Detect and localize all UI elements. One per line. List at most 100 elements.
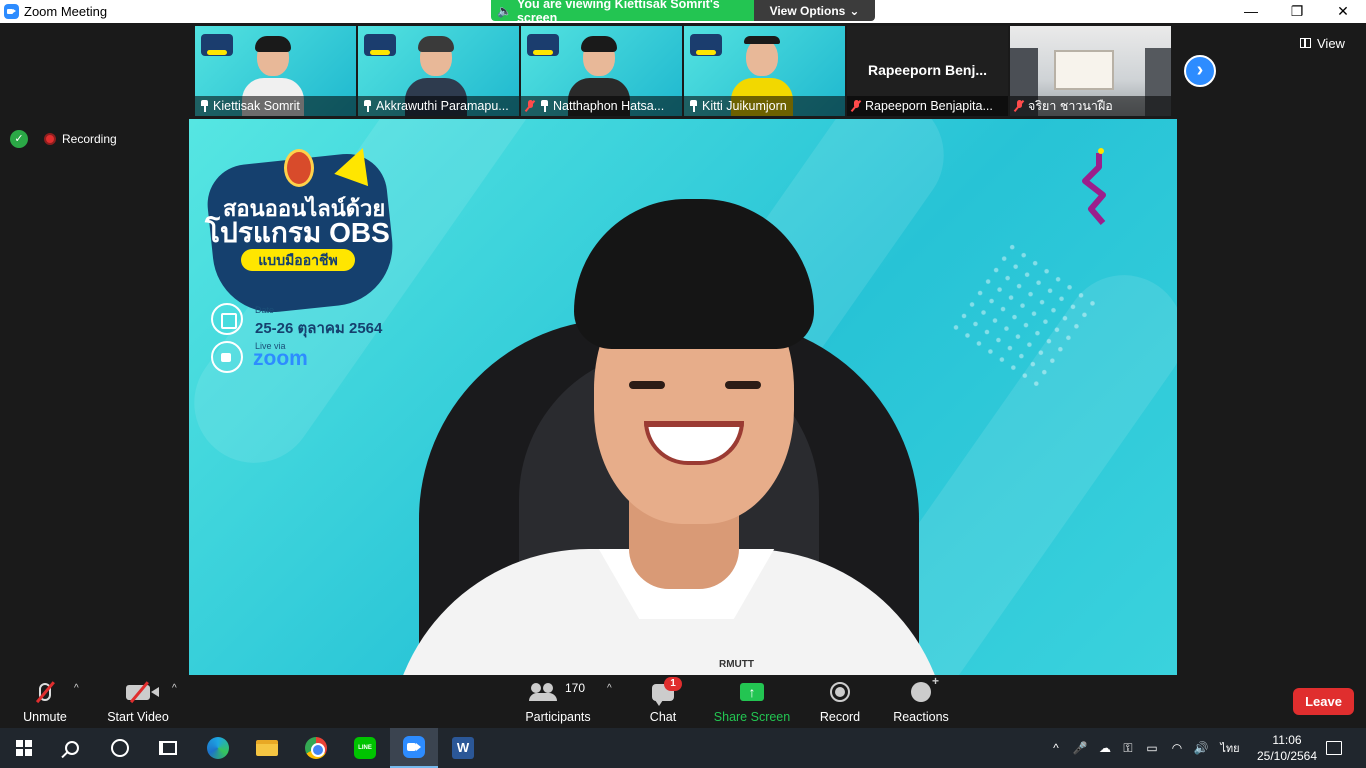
meeting-toolbar: Unmute ^ Start Video ^ 170 Participants … [0,674,1366,728]
participant-gallery: Kiettisak Somrit Akkrawuthi Paramapu... … [195,26,1171,116]
university-seal-icon [284,149,314,187]
view-options-label: View Options [769,3,846,18]
participant-tile[interactable]: Natthaphon Hatsa... [521,26,682,116]
participants-icon [528,683,557,701]
zoom-app-icon [4,4,19,19]
tray-volume-icon[interactable]: 🔊 [1190,728,1212,768]
viewing-screen-text: You are viewing Kiettisak Somrit's scree… [516,0,720,21]
participant-tile[interactable]: Kiettisak Somrit [195,26,356,116]
chat-label: Chat [649,710,677,724]
tray-wifi-icon[interactable]: ◠ [1166,728,1188,768]
event-logo-thumbnail [364,34,396,56]
input-language-indicator[interactable]: ไทย [1216,728,1244,768]
unmute-label: Unmute [23,710,67,724]
recording-dot-icon [44,133,56,145]
mic-muted-icon [851,100,861,112]
taskbar-file-explorer[interactable] [243,728,291,768]
unmute-button[interactable]: Unmute [14,680,76,726]
share-screen-icon: ↑ [740,683,764,701]
participant-name-bar: จริยา ชาวนาฝือ [1010,96,1171,116]
close-button[interactable]: ✕ [1320,0,1366,23]
notification-center-button[interactable] [1322,728,1346,768]
smiley-icon [911,674,939,702]
zoom-wordmark: zoom [253,347,308,370]
cortana-button[interactable] [96,728,144,768]
tray-onedrive-icon[interactable]: ☁ [1094,728,1116,768]
edge-icon [207,737,229,759]
participants-button[interactable]: 170 Participants [522,680,594,726]
speaker-icon: 🔈 [497,3,512,18]
leave-button[interactable]: Leave [1293,688,1354,715]
windows-logo-icon [16,740,32,756]
pin-icon [199,100,209,112]
participant-tile[interactable]: จริยา ชาวนาฝือ [1010,26,1171,116]
calendar-icon [211,303,243,335]
reactions-button[interactable]: Reactions [890,674,952,726]
brand-logo-icon [1082,148,1106,225]
view-layout-button[interactable]: View [1300,33,1362,53]
tray-microphone-icon[interactable]: 🎤 [1070,728,1090,768]
tray-chevron-up-icon[interactable]: ^ [1046,728,1066,768]
folder-icon [256,740,278,756]
audio-options-caret[interactable]: ^ [74,683,79,694]
pin-icon [362,100,372,112]
recording-label: Recording [62,132,117,146]
speaker-eye [629,381,665,389]
room-window [1054,50,1114,90]
start-video-button[interactable]: Start Video [104,680,172,726]
participant-tile[interactable]: Rapeeporn Benj... Rapeeporn Benjapita... [847,26,1008,116]
cortana-icon [111,739,129,757]
taskbar-clock[interactable]: 11:06 25/10/2564 [1255,732,1319,764]
taskbar-line[interactable]: LINE [341,728,389,768]
event-date: 25-26 ตุลาคม 2564 [255,320,383,337]
restore-button[interactable]: ❐ [1274,0,1320,23]
viewing-screen-notice: 🔈 You are viewing Kiettisak Somrit's scr… [491,0,754,21]
speaker-eye [725,381,761,389]
video-options-caret[interactable]: ^ [172,683,177,694]
line-app-icon: LINE [354,737,376,759]
taskbar-zoom[interactable] [390,728,438,768]
record-button[interactable]: Record [814,680,866,726]
task-view-button[interactable] [144,728,192,768]
windows-taskbar: LINE W ^ 🎤 ☁ ⚿ ▭ ◠ 🔊 ไทย 11:06 25/10/256… [0,728,1366,768]
participant-name-bar: Kitti Juikumjorn [684,96,845,116]
zoom-icon [403,736,425,758]
chrome-icon [305,737,327,759]
word-icon: W [452,737,474,759]
participant-name: Rapeeporn Benjapita... [865,99,993,113]
view-label: View [1317,35,1345,51]
record-icon [830,682,850,702]
participants-options-caret[interactable]: ^ [607,683,612,694]
mic-muted-icon [1014,100,1024,112]
tray-security-icon[interactable]: ⚿ [1118,728,1138,768]
next-page-arrow-button[interactable]: › [1184,55,1216,87]
window-title: Zoom Meeting [24,4,108,19]
shirt-logo-text: RMUTT [719,659,754,670]
active-speaker-video: สอนออนไลน์ด้วย โปรแกรม OBS แบบมืออาชีพ D… [189,119,1177,675]
taskbar-edge[interactable] [194,728,242,768]
tray-battery-icon[interactable]: ▭ [1142,728,1162,768]
participant-name: จริยา ชาวนาฝือ [1028,99,1113,113]
taskbar-chrome[interactable] [292,728,340,768]
event-logo-thumbnail [201,34,233,56]
share-screen-button[interactable]: ↑ Share Screen [712,680,792,726]
search-button[interactable] [48,728,96,768]
search-icon [65,741,79,755]
reactions-label: Reactions [893,710,949,724]
recording-indicator[interactable]: Recording [38,128,124,150]
participant-name: Kiettisak Somrit [213,99,300,113]
participant-tile[interactable]: Kitti Juikumjorn [684,26,845,116]
view-options-button[interactable]: View Options ⌄ [754,0,875,21]
taskbar-word[interactable]: W [439,728,487,768]
pin-icon [688,100,698,112]
mic-muted-icon [525,100,535,112]
participant-tile[interactable]: Akkrawuthi Paramapu... [358,26,519,116]
security-shield-icon[interactable]: ✓ [10,130,28,148]
participant-count: 170 [564,681,586,695]
start-button[interactable] [0,728,48,768]
screen-share-banner: 🔈 You are viewing Kiettisak Somrit's scr… [491,0,875,21]
participant-video-off-name: Rapeeporn Benj... [867,62,988,78]
minimize-button[interactable]: — [1228,0,1274,23]
event-logo-thumbnail [690,34,722,56]
participant-name-bar: Rapeeporn Benjapita... [847,96,1008,116]
